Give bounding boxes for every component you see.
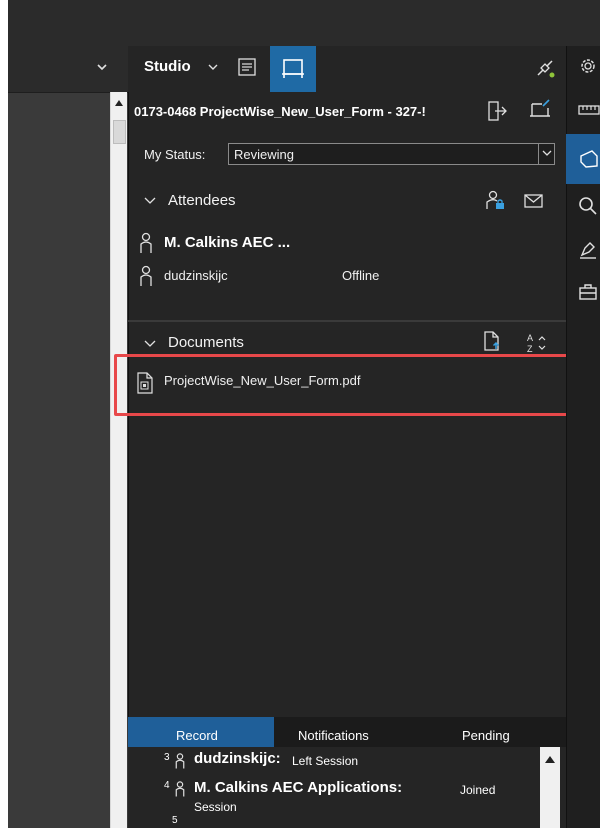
record-entry-number: 5 xyxy=(172,815,178,826)
record-entry-name: M. Calkins AEC Applications: xyxy=(194,779,403,796)
attendee-status: Offline xyxy=(342,268,380,283)
top-strip xyxy=(8,0,600,46)
markup-icon[interactable] xyxy=(578,240,598,260)
attendee-name[interactable]: M. Calkins AEC ... xyxy=(164,234,290,251)
record-entry-action-continued: Session xyxy=(194,800,237,814)
tab-notifications[interactable]: Notifications xyxy=(298,728,369,743)
scroll-up-arrow-icon[interactable] xyxy=(545,756,555,763)
svg-text:Z: Z xyxy=(527,344,533,354)
search-icon[interactable] xyxy=(578,196,598,216)
documents-title[interactable]: Documents xyxy=(168,334,244,351)
documents-collapse-icon[interactable] xyxy=(144,340,156,348)
studio-header xyxy=(128,46,566,92)
status-label: My Status: xyxy=(144,147,206,162)
svg-text:A: A xyxy=(527,333,533,343)
measure-icon[interactable] xyxy=(578,104,600,116)
studio-title[interactable]: Studio xyxy=(144,58,191,75)
document-scrollbar[interactable] xyxy=(110,92,127,828)
attendee-name[interactable]: dudzinskijc xyxy=(164,268,228,283)
document-view-header xyxy=(8,46,128,93)
session-title: 0173-0468 ProjectWise_New_User_Form - 32… xyxy=(134,104,426,119)
scroll-up-arrow-icon[interactable] xyxy=(115,100,123,106)
gear-icon[interactable] xyxy=(578,56,598,76)
chevron-down-icon[interactable] xyxy=(96,62,108,72)
briefcase-icon[interactable] xyxy=(578,282,598,302)
attendees-collapse-icon[interactable] xyxy=(144,197,156,205)
document-list-icon[interactable] xyxy=(236,56,260,80)
mail-icon[interactable] xyxy=(524,193,544,209)
annotation-highlight-box xyxy=(114,354,594,416)
status-dropdown-button[interactable] xyxy=(538,143,555,165)
record-entry-number: 4 xyxy=(164,780,170,791)
record-entry-action: Joined xyxy=(460,783,496,797)
tab-pending[interactable]: Pending xyxy=(462,728,510,743)
attendee-icon xyxy=(174,780,186,798)
chevron-down-icon xyxy=(542,150,552,156)
sort-az-icon[interactable]: A Z xyxy=(526,332,548,354)
status-value[interactable]: Reviewing xyxy=(234,147,294,162)
attendee-icon xyxy=(138,265,154,287)
record-entry-action: Left Session xyxy=(292,754,359,768)
connection-status-icon[interactable] xyxy=(534,57,556,79)
section-divider xyxy=(128,320,566,322)
layout-panel-button[interactable] xyxy=(270,46,316,92)
record-entry-number: 3 xyxy=(164,752,170,763)
chevron-down-icon[interactable] xyxy=(208,63,218,71)
tab-record-label[interactable]: Record xyxy=(176,728,218,743)
present-icon[interactable] xyxy=(528,98,552,122)
scrollbar-thumb[interactable] xyxy=(113,120,126,144)
record-entry-name: dudzinskijc: xyxy=(194,750,281,767)
layout-panel-icon xyxy=(282,59,304,78)
shape-icon[interactable] xyxy=(578,148,600,170)
upload-document-icon[interactable] xyxy=(482,330,502,352)
attendee-icon xyxy=(174,752,186,770)
person-lock-icon[interactable] xyxy=(484,189,506,211)
attendee-icon xyxy=(138,232,154,254)
exit-session-icon[interactable] xyxy=(486,100,508,122)
attendees-title[interactable]: Attendees xyxy=(168,192,236,209)
